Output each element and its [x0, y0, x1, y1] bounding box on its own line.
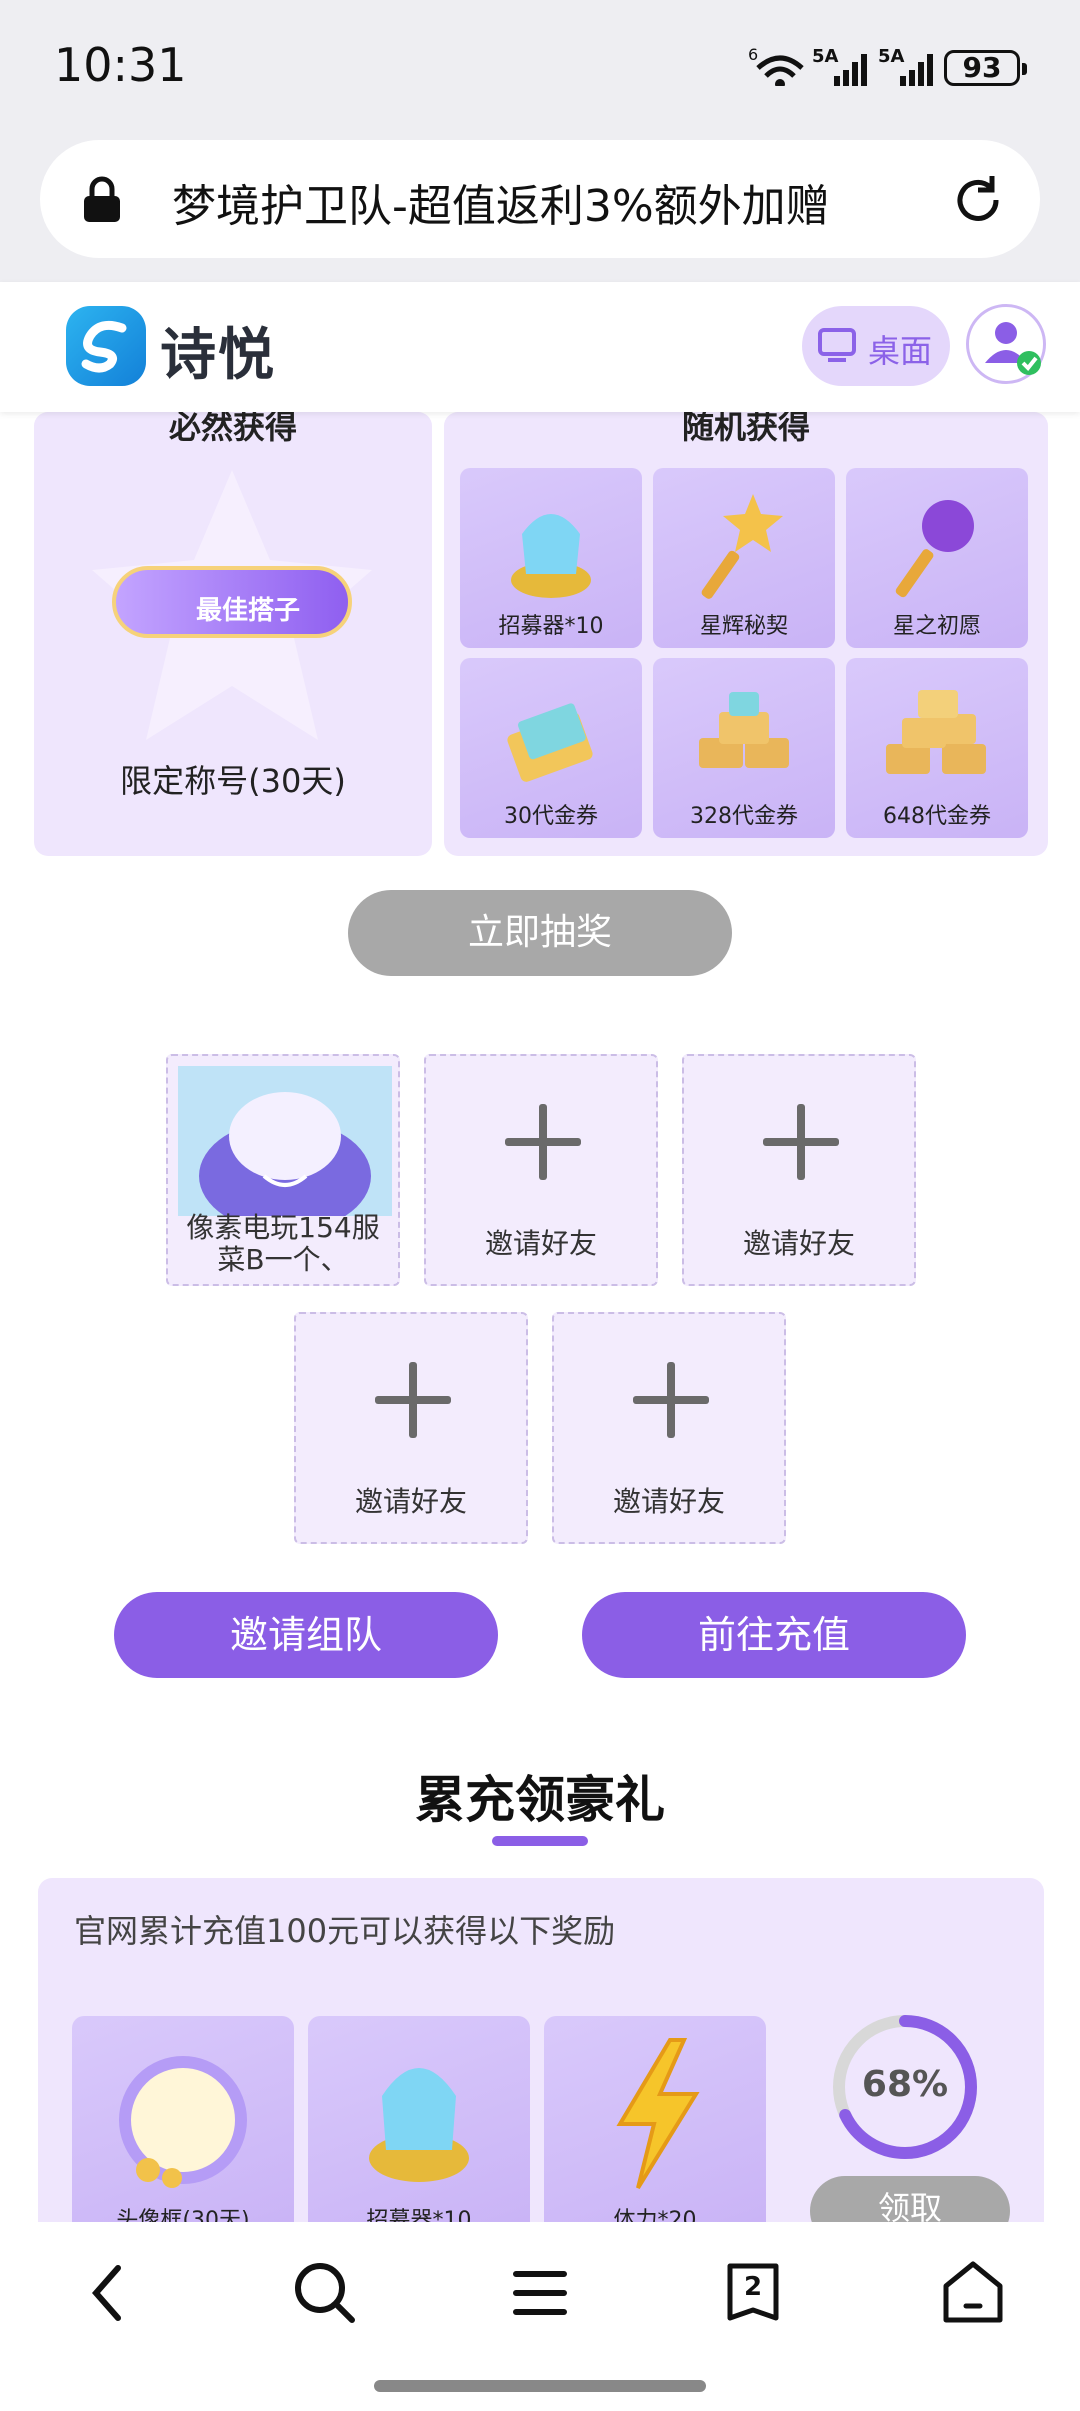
logo-icon[interactable]: [66, 306, 146, 386]
lightning-icon: [616, 2038, 700, 2190]
reward-tile: 星之初愿: [846, 468, 1028, 648]
home-indicator[interactable]: [374, 2380, 706, 2392]
lock-icon: [84, 176, 120, 222]
logo-text: 诗悦: [160, 323, 276, 388]
tabs-button[interactable]: 2: [720, 2258, 786, 2328]
reward-label: 星之初愿: [892, 614, 981, 639]
title-badge-text: 最佳搭子: [196, 596, 301, 626]
plus-icon: [375, 1362, 451, 1438]
title-underline: [492, 1836, 588, 1846]
voucher-pile-icon: [886, 690, 986, 774]
invite-team-button[interactable]: 邀请组队: [114, 1592, 498, 1678]
invite-slot-label: 邀请好友: [612, 1485, 725, 1518]
tab-count: 2: [743, 2272, 763, 2302]
status-time: 10:31: [54, 38, 187, 92]
cumulative-reward-tile: 头像框(30天): [72, 2016, 294, 2236]
star-key-icon: [701, 494, 783, 599]
back-icon[interactable]: [82, 2258, 132, 2328]
plus-icon: [505, 1104, 581, 1180]
member-name: 像素电玩154服 菜B一个、: [186, 1211, 380, 1276]
recruiter-icon: [369, 2068, 469, 2182]
desktop-button-label: 桌面: [868, 332, 933, 370]
purple-key-icon: [895, 500, 974, 598]
svg-text:5A: 5A: [812, 46, 839, 67]
reward-tile: 648代金券: [846, 658, 1028, 838]
invite-slot[interactable]: 邀请好友: [552, 1312, 786, 1544]
reward-label: 招募器*10: [498, 614, 604, 639]
voucher-stack-icon: [699, 692, 789, 768]
member-avatar: [178, 1066, 392, 1216]
reward-tile: 30代金券: [460, 658, 642, 838]
signal-5g-icon: 5A: [812, 46, 867, 86]
cumulative-reward-tile: 招募器*10: [308, 2016, 530, 2236]
monitor-icon: [818, 328, 856, 362]
section-title: 累充领豪礼: [415, 1771, 665, 1829]
page-title-in-address-bar[interactable]: 梦境护卫队-超值返利3%额外加赠: [172, 170, 830, 234]
invite-slot[interactable]: 邀请好友: [424, 1054, 658, 1286]
user-avatar-button[interactable]: [966, 304, 1046, 384]
signal-5g-icon-2: 5A: [878, 46, 933, 86]
invite-slot-label: 邀请好友: [742, 1227, 855, 1260]
reward-tile: 招募器*10: [460, 468, 642, 648]
go-recharge-button[interactable]: 前往充值: [582, 1592, 966, 1678]
reward-label: 328代金券: [690, 804, 798, 829]
wifi-icon: 6: [748, 46, 804, 86]
title-reward-label: 限定称号(30天): [120, 762, 346, 800]
home-icon[interactable]: [938, 2258, 1008, 2328]
recruiter-icon: [511, 514, 591, 598]
search-icon[interactable]: [290, 2258, 360, 2328]
voucher-icon: [507, 703, 593, 782]
reward-tile: 星辉秘契: [653, 468, 835, 648]
avatar-frame-icon: [119, 2056, 247, 2188]
user-icon: [985, 322, 1041, 375]
reload-icon[interactable]: [950, 172, 1006, 228]
invite-slot-label: 邀请好友: [354, 1485, 467, 1518]
svg-text:5A: 5A: [878, 46, 905, 67]
reward-tile: 328代金券: [653, 658, 835, 838]
battery-indicator: 93: [944, 50, 1027, 86]
draw-button[interactable]: 立即抽奖: [348, 890, 732, 976]
reward-label: 30代金券: [504, 804, 598, 829]
cumulative-reward-tile: 体力*20: [544, 2016, 766, 2236]
invite-slot[interactable]: 邀请好友: [294, 1312, 528, 1544]
reward-label: 648代金券: [883, 804, 991, 829]
progress-percentage: 68%: [861, 2064, 949, 2105]
plus-icon: [633, 1362, 709, 1438]
reward-label: 星辉秘契: [699, 614, 788, 639]
team-member-slot: 像素电玩154服 菜B一个、: [166, 1054, 400, 1286]
cumulative-description: 官网累计充值100元可以获得以下奖励: [74, 1912, 616, 1950]
plus-icon: [763, 1104, 839, 1180]
svg-text:6: 6: [748, 46, 758, 64]
invite-slot[interactable]: 邀请好友: [682, 1054, 916, 1286]
invite-slot-label: 邀请好友: [484, 1227, 597, 1260]
menu-icon[interactable]: [510, 2258, 570, 2328]
